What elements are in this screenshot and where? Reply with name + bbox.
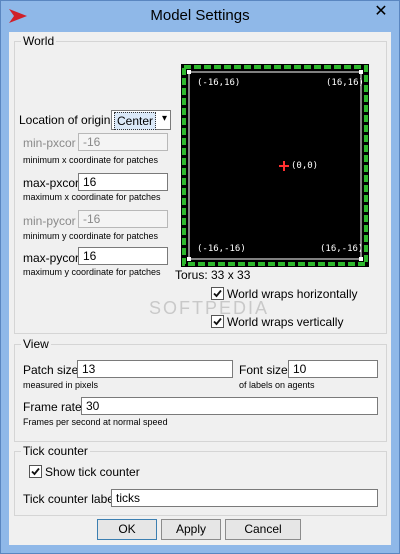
show-tick-counter-label[interactable]: Show tick counter (45, 465, 140, 479)
origin-marker-icon (279, 160, 289, 174)
close-button[interactable]: ✕ (369, 2, 393, 22)
world-group-label: World (21, 34, 57, 48)
dialog-body: World Location of origin: Center ▾ min-p… (9, 32, 391, 545)
coord-top-right: (16,16) (326, 78, 364, 88)
show-tick-counter-checkbox[interactable] (29, 465, 42, 478)
max-pycor-field[interactable]: 16 (78, 247, 168, 265)
origin-select[interactable]: Center ▾ (111, 110, 171, 130)
window-title: Model Settings (150, 7, 250, 24)
checkmark-icon (31, 467, 40, 476)
model-settings-dialog: Model Settings ✕ World Location of origi… (0, 0, 400, 554)
view-group: View Patch size 13 measured in pixels Fo… (14, 337, 387, 442)
min-pycor-hint: minimum y coordinate for patches (23, 231, 159, 241)
min-pxcor-label: min-pxcor (23, 136, 76, 150)
chevron-down-icon: ▾ (161, 113, 167, 124)
coord-center: (0,0) (291, 161, 319, 171)
world-preview: (-16,16) (16,16) (0,0) (-16,-16) (16,-16… (181, 64, 369, 267)
origin-label: Location of origin: (19, 113, 114, 127)
tick-counter-label-label: Tick counter label (23, 492, 117, 506)
frame-rate-field[interactable]: 30 (81, 397, 378, 415)
patch-size-field[interactable]: 13 (77, 360, 233, 378)
world-group: World Location of origin: Center ▾ min-p… (14, 34, 387, 334)
coord-bottom-right: (16,-16) (320, 244, 364, 254)
min-pycor-label: min-pycor (23, 214, 76, 228)
coord-top-left: (-16,16) (197, 78, 241, 88)
max-pxcor-field[interactable]: 16 (78, 173, 168, 191)
frame-rate-hint: Frames per second at normal speed (23, 417, 168, 427)
max-pxcor-label: max-pxcor (23, 176, 80, 190)
max-pxcor-hint: maximum x coordinate for patches (23, 192, 161, 202)
patch-size-label: Patch size (23, 363, 79, 377)
title-bar[interactable]: Model Settings ✕ (1, 1, 399, 32)
min-pycor-field[interactable]: -16 (78, 210, 168, 228)
ok-button[interactable]: OK (97, 519, 157, 540)
min-pxcor-field[interactable]: -16 (78, 133, 168, 151)
torus-label: Torus: 33 x 33 (175, 268, 251, 282)
tick-counter-group: Tick counter Show tick counter Tick coun… (14, 444, 387, 516)
font-size-field[interactable]: 10 (288, 360, 378, 378)
cancel-button[interactable]: Cancel (225, 519, 301, 540)
origin-select-value: Center (114, 112, 157, 130)
view-group-label: View (21, 337, 51, 351)
close-icon: ✕ (374, 3, 388, 20)
frame-rate-label: Frame rate (23, 400, 82, 414)
world-preview-border (182, 65, 368, 266)
coord-bottom-left: (-16,-16) (197, 244, 246, 254)
tick-counter-group-label: Tick counter (21, 444, 90, 458)
watermark: SOFTPEDIA (149, 298, 270, 318)
font-size-hint: of labels on agents (239, 380, 315, 390)
font-size-label: Font size (239, 363, 288, 377)
patch-size-hint: measured in pixels (23, 380, 99, 390)
max-pycor-label: max-pycor (23, 251, 80, 265)
max-pycor-hint: maximum y coordinate for patches (23, 267, 161, 277)
min-pxcor-hint: minimum x coordinate for patches (23, 155, 159, 165)
tick-counter-label-field[interactable]: ticks (111, 489, 378, 507)
apply-button[interactable]: Apply (161, 519, 221, 540)
